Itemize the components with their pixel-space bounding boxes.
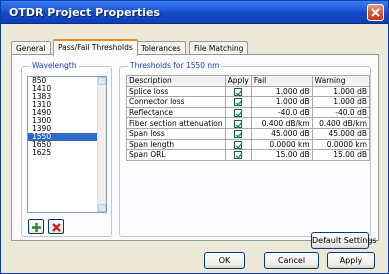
cell-warning[interactable]: -40.0 dB <box>311 106 371 119</box>
apply-checkbox[interactable] <box>234 151 243 160</box>
window-title: OTDR Project Properties <box>9 6 161 19</box>
table-row[interactable]: Span length 0.0000 km 0.0000 km <box>126 138 371 151</box>
tab-tolerances[interactable]: Tolerances <box>136 41 186 55</box>
cell-warning[interactable]: 0.400 dB/km <box>311 117 371 129</box>
table-header-row: Description Apply Fail Warning <box>126 75 371 87</box>
column-header-apply[interactable]: Apply <box>224 75 252 87</box>
wavelength-group-label: Wavelength <box>30 61 79 70</box>
cell-apply[interactable] <box>224 85 252 98</box>
checkmark-icon <box>236 153 243 160</box>
cell-description[interactable]: Connector loss <box>126 96 226 108</box>
wavelength-item[interactable]: 1625 <box>28 149 106 157</box>
default-settings-button[interactable]: Default Settings <box>311 232 377 249</box>
cell-fail[interactable]: 45.000 dB <box>250 127 313 140</box>
cell-description[interactable]: Span loss <box>126 127 226 140</box>
cell-description[interactable]: Splice loss <box>126 85 226 98</box>
checkmark-icon <box>236 132 243 139</box>
table-row[interactable]: Reflectance -40.0 dB -40.0 dB <box>126 106 371 119</box>
table-row[interactable]: Fiber section attenuation 0.400 dB/km 0.40… <box>126 117 371 129</box>
cell-description[interactable]: Fiber section attenuation <box>126 117 226 129</box>
cell-fail[interactable]: -40.0 dB <box>250 106 313 119</box>
cell-fail[interactable]: 0.0000 km <box>250 138 313 151</box>
thresholds-table: Description Apply Fail Warning Splice lo… <box>126 75 371 161</box>
cell-fail[interactable]: 1.000 dB <box>250 85 313 98</box>
cell-description[interactable]: Reflectance <box>126 106 226 119</box>
cell-apply[interactable] <box>224 106 252 119</box>
properties-dialog: OTDR Project Properties General Pass/Fai… <box>0 0 389 274</box>
cell-warning[interactable]: 15.00 dB <box>311 149 371 161</box>
thresholds-group: Thresholds for 1550 nm Description Apply… <box>119 61 377 249</box>
thresholds-panel: Wavelength 850 1410 1383 1310 1490 1300 … <box>11 54 379 249</box>
table-row[interactable]: Span ORL 15.00 dB 15.00 dB <box>126 149 371 161</box>
close-icon <box>371 8 380 17</box>
tab-pass-fail-thresholds[interactable]: Pass/Fail Thresholds <box>53 39 138 56</box>
apply-checkbox[interactable] <box>234 119 243 128</box>
cell-description[interactable]: Span ORL <box>126 149 226 161</box>
checkmark-icon <box>236 111 243 118</box>
scroll-up-arrow-icon[interactable] <box>98 77 106 85</box>
cell-fail[interactable]: 1.000 dB <box>250 96 313 108</box>
thresholds-group-label: Thresholds for 1550 nm <box>128 61 222 70</box>
tab-general-label: General <box>16 44 46 53</box>
checkmark-icon <box>236 121 243 128</box>
tab-general[interactable]: General <box>11 41 51 55</box>
close-button[interactable] <box>367 4 384 21</box>
cell-apply[interactable] <box>224 149 252 161</box>
wavelength-group: Wavelength 850 1410 1383 1310 1490 1300 … <box>21 61 112 237</box>
cell-warning[interactable]: 0.0000 km <box>311 138 371 151</box>
tab-file-matching-label: File Matching <box>194 44 244 53</box>
cell-apply[interactable] <box>224 127 252 140</box>
title-bar[interactable]: OTDR Project Properties <box>1 1 388 24</box>
apply-checkbox[interactable] <box>234 98 243 107</box>
checkmark-icon <box>236 90 243 96</box>
cell-apply[interactable] <box>224 138 252 151</box>
delete-x-icon <box>52 223 61 232</box>
tab-tolerances-label: Tolerances <box>141 44 181 53</box>
apply-checkbox[interactable] <box>234 109 243 118</box>
cancel-button[interactable]: Cancel <box>264 252 319 269</box>
column-header-fail[interactable]: Fail <box>250 75 313 87</box>
table-row[interactable]: Span loss 45.000 dB 45.000 dB <box>126 127 371 140</box>
add-wavelength-button[interactable] <box>28 219 44 234</box>
cell-description[interactable]: Span length <box>126 138 226 151</box>
ok-button[interactable]: OK <box>204 252 245 269</box>
cell-warning[interactable]: 1.000 dB <box>311 85 371 98</box>
cell-fail[interactable]: 0.400 dB/km <box>250 117 313 129</box>
apply-checkbox[interactable] <box>234 130 243 139</box>
checkmark-icon <box>236 100 243 107</box>
plus-icon <box>32 223 41 232</box>
wavelength-list[interactable]: 850 1410 1383 1310 1490 1300 1390 1550 1… <box>27 76 107 213</box>
cell-fail[interactable]: 15.00 dB <box>250 149 313 161</box>
apply-checkbox[interactable] <box>234 140 243 149</box>
cell-apply[interactable] <box>224 117 252 129</box>
cell-apply[interactable] <box>224 96 252 108</box>
table-row[interactable]: Splice loss 1.000 dB 1.000 dB <box>126 85 371 98</box>
column-header-description[interactable]: Description <box>126 75 226 87</box>
cell-warning[interactable]: 1.000 dB <box>311 96 371 108</box>
remove-wavelength-button[interactable] <box>48 219 64 234</box>
tab-pass-fail-thresholds-label: Pass/Fail Thresholds <box>58 43 133 52</box>
apply-checkbox[interactable] <box>234 87 243 96</box>
wavelength-scrollbar[interactable] <box>97 77 106 212</box>
checkmark-icon <box>236 143 243 149</box>
apply-button[interactable]: Apply <box>327 252 375 269</box>
table-row[interactable]: Connector loss 1.000 dB 1.000 dB <box>126 96 371 108</box>
scroll-down-arrow-icon[interactable] <box>98 204 106 212</box>
tab-file-matching[interactable]: File Matching <box>189 41 249 55</box>
column-header-warning[interactable]: Warning <box>311 75 371 87</box>
cell-warning[interactable]: 45.000 dB <box>311 127 371 140</box>
